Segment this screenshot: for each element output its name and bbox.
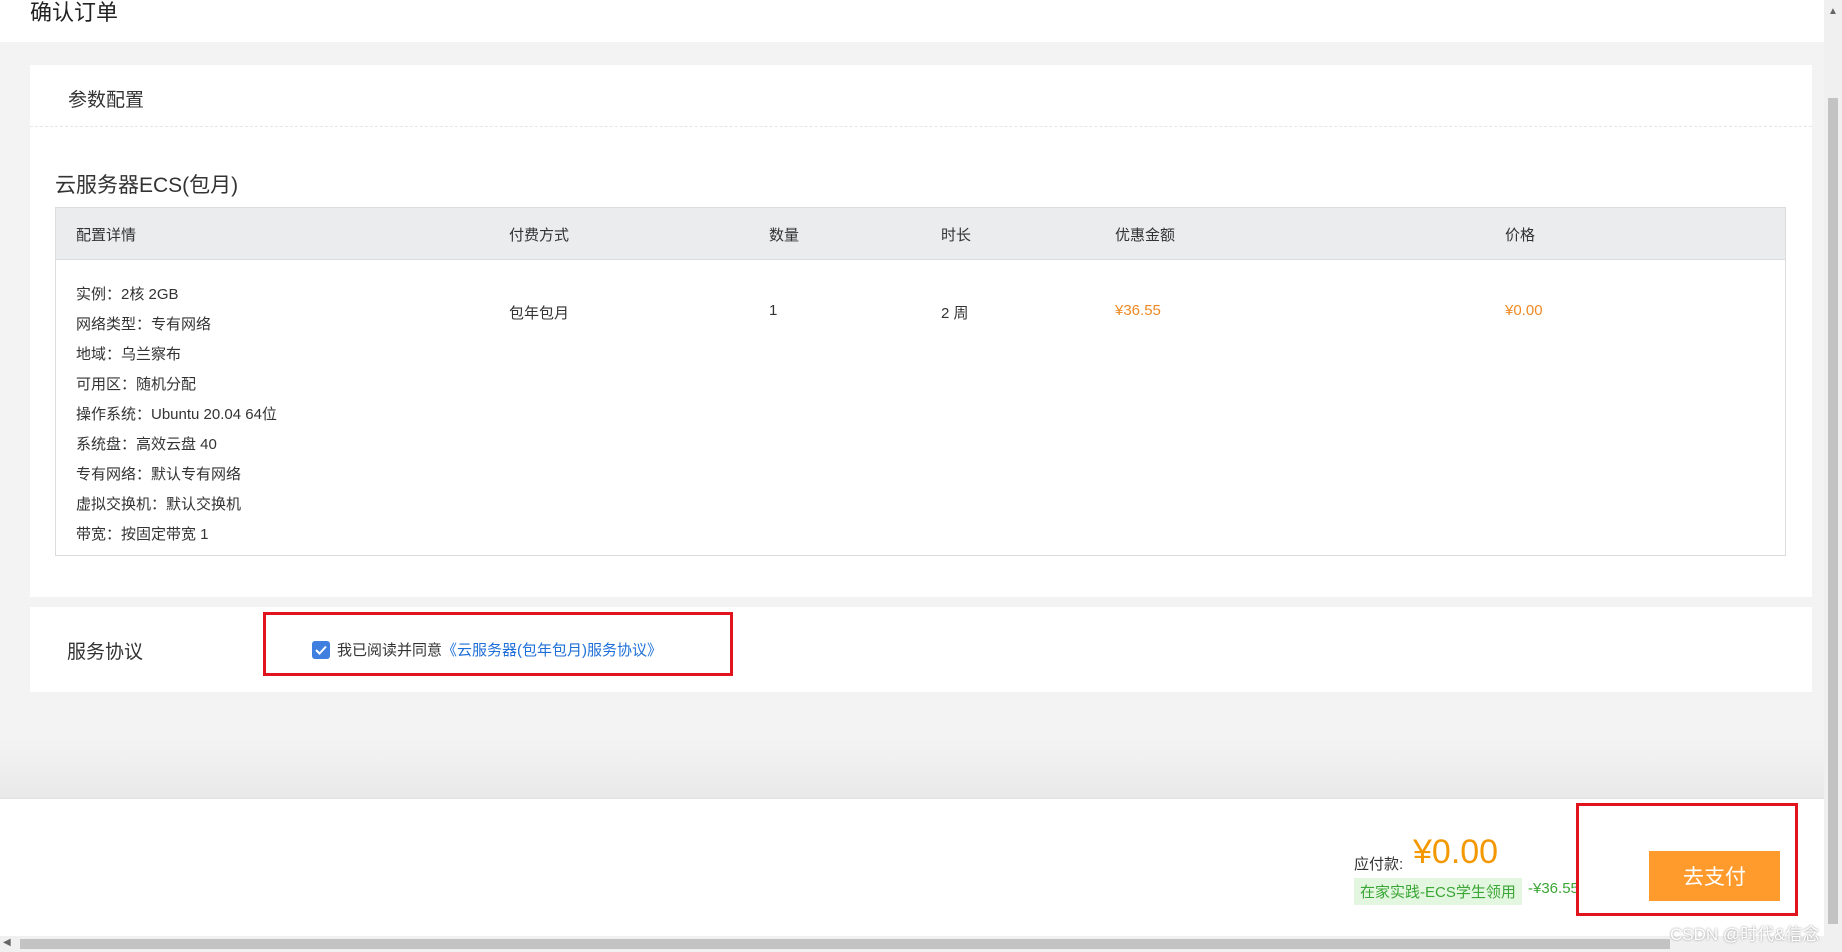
quantity-value: 1 bbox=[769, 302, 778, 319]
config-panel-title: 参数配置 bbox=[68, 90, 145, 111]
promo-amount: -¥36.55 bbox=[1528, 880, 1579, 897]
pay-button-highlight-box bbox=[1576, 803, 1798, 916]
scroll-up-icon[interactable]: ▲ bbox=[1828, 6, 1838, 17]
horizontal-scrollbar[interactable]: ◀ bbox=[0, 936, 1824, 952]
agreement-label: 服务协议 bbox=[67, 642, 144, 663]
column-header-duration: 时长 bbox=[941, 227, 972, 244]
spec-item: 虚拟交换机：默认交换机 bbox=[76, 496, 242, 513]
column-header-config: 配置详情 bbox=[76, 227, 137, 244]
spec-item: 实例：2核 2GB bbox=[76, 286, 179, 303]
spec-item: 地域：乌兰察布 bbox=[76, 346, 182, 363]
column-header-price: 价格 bbox=[1505, 227, 1536, 244]
config-panel: 参数配置 云服务器ECS(包月) 配置详情 付费方式 数量 时长 优惠金额 价格… bbox=[30, 65, 1812, 597]
order-table: 配置详情 付费方式 数量 时长 优惠金额 价格 实例：2核 2GB 网络类型：专… bbox=[55, 207, 1786, 556]
agreement-highlight-box bbox=[263, 612, 733, 676]
top-bar: 确认订单 bbox=[0, 0, 1824, 42]
config-spec-list: 实例：2核 2GB 网络类型：专有网络 地域：乌兰察布 可用区：随机分配 操作系… bbox=[76, 280, 277, 550]
table-header: 配置详情 付费方式 数量 时长 优惠金额 价格 bbox=[56, 208, 1785, 260]
spec-item: 专有网络：默认专有网络 bbox=[76, 466, 242, 483]
scroll-left-icon[interactable]: ◀ bbox=[3, 937, 11, 948]
horizontal-scrollbar-thumb[interactable] bbox=[20, 939, 1670, 949]
pay-amount: ¥0.00 bbox=[1413, 833, 1499, 871]
spec-item: 操作系统：Ubuntu 20.04 64位 bbox=[76, 406, 277, 423]
spec-item: 带宽：按固定带宽 1 bbox=[76, 526, 209, 543]
column-header-discount: 优惠金额 bbox=[1115, 227, 1176, 244]
content-fade bbox=[0, 740, 1824, 798]
column-header-payment: 付费方式 bbox=[509, 227, 570, 244]
config-panel-header: 参数配置 bbox=[30, 65, 1812, 127]
spec-item: 网络类型：专有网络 bbox=[76, 316, 212, 333]
discount-value: ¥36.55 bbox=[1115, 302, 1161, 319]
duration-value: 2 周 bbox=[941, 305, 969, 322]
promo-tag: 在家实践-ECS学生领用 bbox=[1354, 878, 1522, 905]
vertical-scrollbar-thumb[interactable] bbox=[1828, 98, 1838, 924]
spec-item: 系统盘：高效云盘 40 bbox=[76, 436, 217, 453]
pay-label: 应付款: bbox=[1354, 856, 1404, 873]
payment-method: 包年包月 bbox=[509, 305, 570, 322]
column-header-quantity: 数量 bbox=[769, 227, 800, 244]
watermark: CSDN @时代&信念 bbox=[1670, 925, 1820, 944]
product-title: 云服务器ECS(包月) bbox=[55, 174, 239, 197]
checkout-footer: 应付款: ¥0.00 在家实践-ECS学生领用 -¥36.55 去支付 bbox=[0, 798, 1824, 937]
spec-item: 可用区：随机分配 bbox=[76, 376, 197, 393]
price-value: ¥0.00 bbox=[1505, 302, 1543, 319]
page-title: 确认订单 bbox=[30, 0, 119, 25]
vertical-scrollbar[interactable]: ▲ bbox=[1824, 0, 1842, 952]
